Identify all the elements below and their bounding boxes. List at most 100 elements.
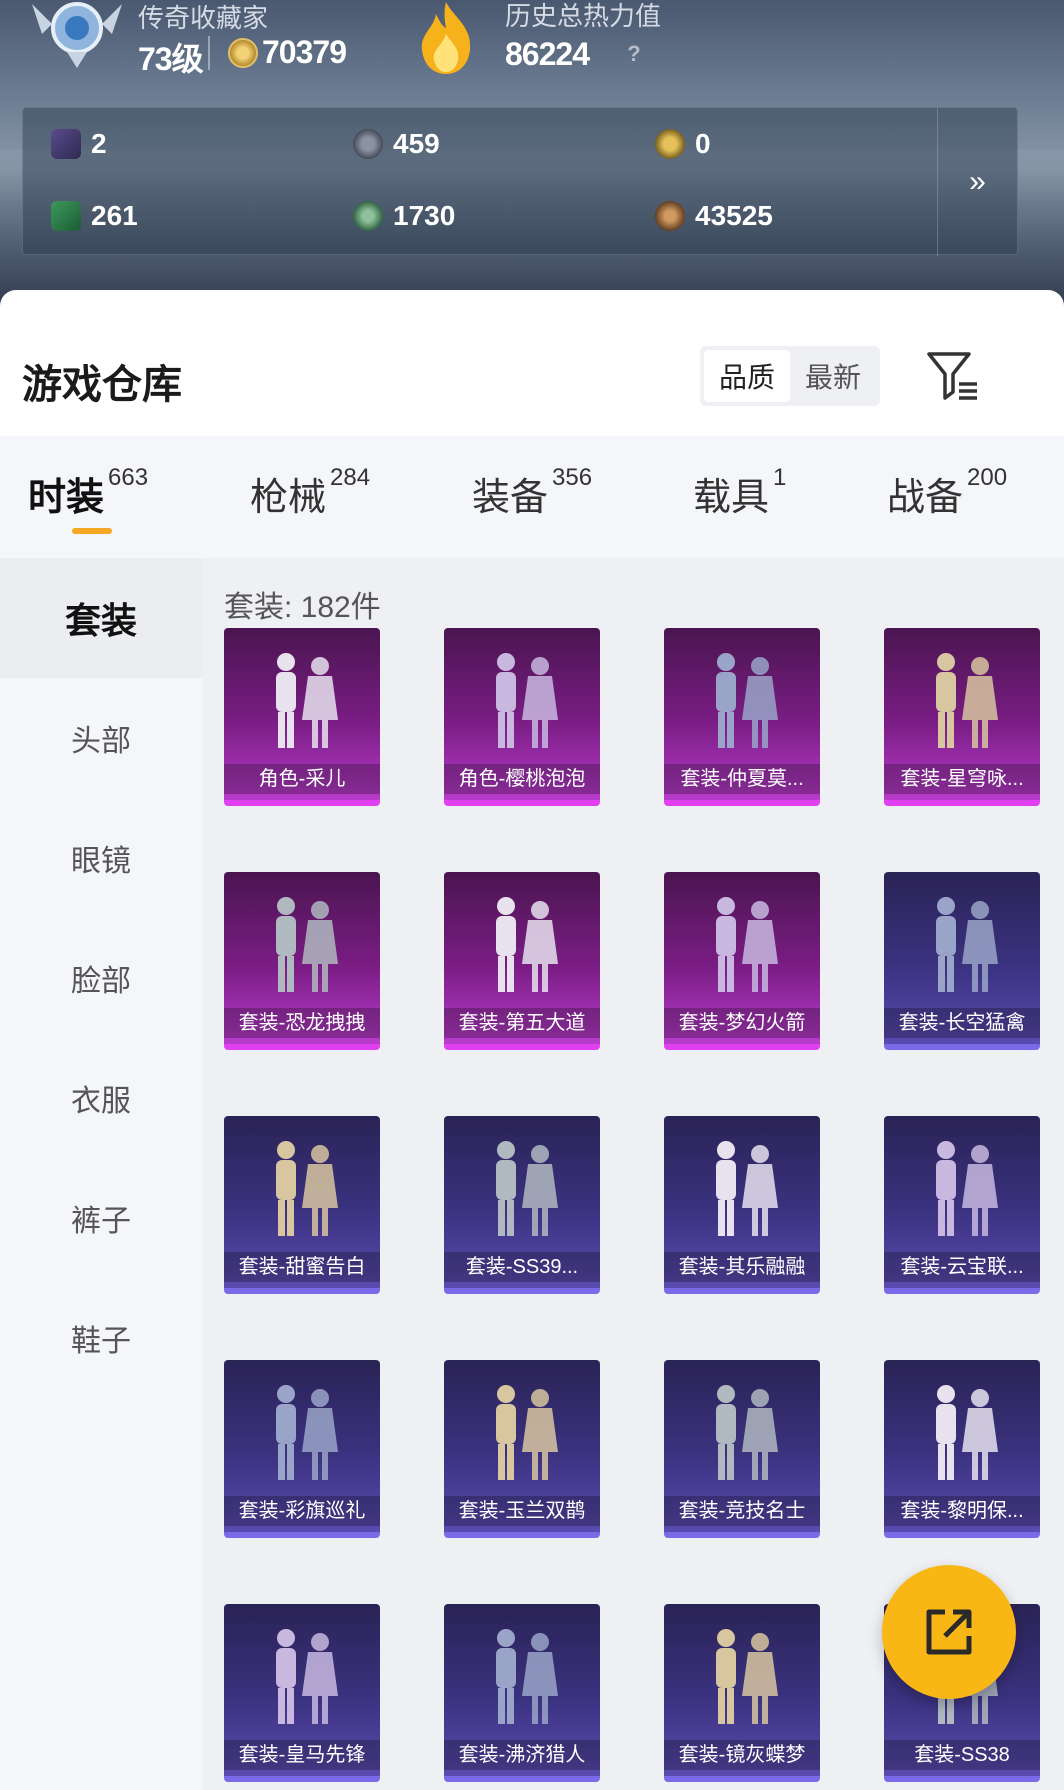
sidebar-item-suits[interactable]: 套装 — [0, 558, 202, 678]
item-count: 套装: 182件 — [224, 591, 381, 624]
item-card[interactable]: 套装-竞技名士 — [664, 1360, 820, 1538]
tab-fashion[interactable]: 时装 663 — [28, 464, 148, 521]
player-level: 73级 — [138, 41, 204, 77]
sidebar-item-glasses[interactable]: 眼镜 — [0, 798, 202, 918]
outfit-icon — [276, 897, 338, 992]
sort-newest-button[interactable]: 最新 — [790, 350, 876, 402]
item-label: 套装-玉兰双鹊 — [444, 1496, 600, 1526]
help-icon[interactable]: ? — [620, 40, 648, 68]
item-card[interactable]: 套装-镜灰蝶梦 — [664, 1604, 820, 1782]
green-orb-icon — [353, 201, 383, 231]
page-title: 游戏仓库 — [22, 363, 182, 407]
item-card[interactable]: 套装-黎明保... — [884, 1360, 1040, 1538]
outfit-icon — [936, 1141, 998, 1236]
item-label: 套装-长空猛禽 — [884, 1008, 1040, 1038]
item-card[interactable]: 套装-星穹咏... — [884, 628, 1040, 806]
sidebar-item-clothes[interactable]: 衣服 — [0, 1038, 202, 1158]
expand-stats-button[interactable]: » — [937, 108, 1017, 256]
outfit-icon — [276, 1141, 338, 1236]
outfit-icon — [936, 1385, 998, 1480]
sidebar-item-head[interactable]: 头部 — [0, 678, 202, 798]
item-label: 套装-其乐融融 — [664, 1252, 820, 1282]
item-label: 套装-甜蜜告白 — [224, 1252, 380, 1282]
stats-panel: 2 459 0 261 1730 43525 » — [22, 107, 1018, 256]
filter-icon[interactable] — [925, 348, 981, 404]
coin-value: 70379 — [262, 34, 347, 70]
outfit-icon — [936, 653, 998, 748]
fire-icon — [421, 2, 471, 74]
item-label: 套装-星穹咏... — [884, 764, 1040, 794]
outfit-icon — [716, 1141, 778, 1236]
item-label: 套装-梦幻火箭 — [664, 1008, 820, 1038]
tab-guns[interactable]: 枪械 284 — [250, 464, 370, 521]
outfit-icon — [496, 897, 558, 992]
outfit-icon — [716, 1629, 778, 1724]
item-label: 角色-采儿 — [224, 764, 380, 794]
sort-toggle: 品质 最新 — [700, 346, 880, 406]
stat-item: 1730 — [353, 200, 455, 232]
item-card[interactable]: 套装-云宝联... — [884, 1116, 1040, 1294]
item-card[interactable]: 套装-恐龙拽拽 — [224, 872, 380, 1050]
warehouse-panel: 游戏仓库 品质 最新 时装 663 枪械 284 装备 356 载具 1 战备 200 套… — [0, 290, 1064, 1790]
tab-supplies[interactable]: 战备 200 — [887, 464, 1007, 521]
item-label: 套装-镜灰蝶梦 — [664, 1740, 820, 1770]
item-label: 套装-黎明保... — [884, 1496, 1040, 1526]
item-card[interactable]: 套装-沸济猎人 — [444, 1604, 600, 1782]
item-label: 套装-竞技名士 — [664, 1496, 820, 1526]
rank-badge-icon — [32, 2, 122, 68]
item-label: 套装-第五大道 — [444, 1008, 600, 1038]
sort-quality-button[interactable]: 品质 — [704, 350, 790, 402]
item-card[interactable]: 套装-其乐融融 — [664, 1116, 820, 1294]
external-link-icon — [926, 1609, 972, 1655]
item-card[interactable]: 套装-仲夏莫... — [664, 628, 820, 806]
item-card[interactable]: 角色-采儿 — [224, 628, 380, 806]
outfit-icon — [276, 1629, 338, 1724]
heat-title: 历史总热力值 — [505, 1, 662, 31]
share-button[interactable] — [882, 1565, 1016, 1699]
outfit-icon — [276, 1385, 338, 1480]
rank-title: 传奇收藏家 — [138, 3, 269, 33]
sidebar: 套装 头部 眼镜 脸部 衣服 裤子 鞋子 — [0, 558, 202, 1790]
item-card[interactable]: 套装-皇马先锋 — [224, 1604, 380, 1782]
item-label: 套装-云宝联... — [884, 1252, 1040, 1282]
outfit-icon — [936, 897, 998, 992]
outfit-icon — [496, 1629, 558, 1724]
outfit-icon — [496, 1141, 558, 1236]
item-label: 套装-皇马先锋 — [224, 1740, 380, 1770]
item-label: 套装-SS39... — [444, 1252, 600, 1282]
item-card[interactable]: 套装-梦幻火箭 — [664, 872, 820, 1050]
tab-equipment[interactable]: 装备 356 — [472, 464, 592, 521]
sidebar-item-face[interactable]: 脸部 — [0, 918, 202, 1038]
stat-item: 459 — [353, 128, 440, 160]
item-card[interactable]: 套装-彩旗巡礼 — [224, 1360, 380, 1538]
stat-item: 0 — [655, 128, 711, 160]
stat-item: 261 — [51, 200, 138, 232]
heat-value: 86224 — [505, 36, 590, 72]
outfit-icon — [716, 1385, 778, 1480]
item-label: 套装-SS38 — [884, 1740, 1040, 1770]
green-card-icon — [51, 201, 81, 231]
stat-item: 2 — [51, 128, 107, 160]
sidebar-item-shoes[interactable]: 鞋子 — [0, 1278, 202, 1398]
item-card[interactable]: 套装-玉兰双鹊 — [444, 1360, 600, 1538]
item-label: 套装-仲夏莫... — [664, 764, 820, 794]
item-label: 套装-沸济猎人 — [444, 1740, 600, 1770]
active-tab-indicator — [72, 528, 112, 534]
tab-vehicles[interactable]: 载具 1 — [693, 464, 786, 521]
outfit-icon — [276, 653, 338, 748]
item-card[interactable]: 套装-SS39... — [444, 1116, 600, 1294]
purple-card-icon — [51, 129, 81, 159]
item-label: 套装-恐龙拽拽 — [224, 1008, 380, 1038]
outfit-icon — [716, 653, 778, 748]
item-card[interactable]: 套装-第五大道 — [444, 872, 600, 1050]
outfit-icon — [496, 653, 558, 748]
stat-item: 43525 — [655, 200, 773, 232]
profile-header: 传奇收藏家 73级 70379 历史总热力值 86224 ? 2 459 0 2… — [0, 0, 1064, 310]
divider — [208, 36, 210, 70]
item-card[interactable]: 套装-甜蜜告白 — [224, 1116, 380, 1294]
item-card[interactable]: 套装-长空猛禽 — [884, 872, 1040, 1050]
item-label: 角色-樱桃泡泡 — [444, 764, 600, 794]
sidebar-item-pants[interactable]: 裤子 — [0, 1158, 202, 1278]
outfit-icon — [716, 897, 778, 992]
item-card[interactable]: 角色-樱桃泡泡 — [444, 628, 600, 806]
